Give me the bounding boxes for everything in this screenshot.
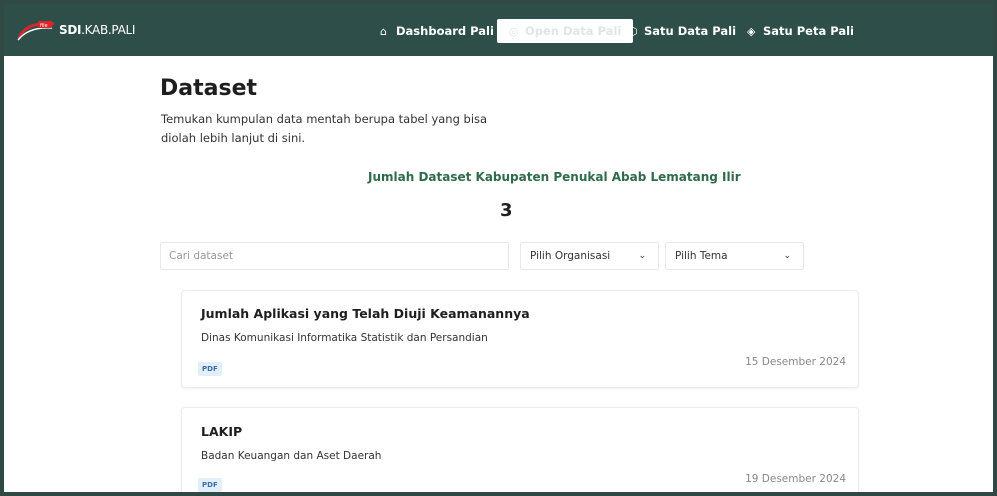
logo-text: SDI.KAB.PALI [59, 23, 136, 37]
logo-mark-icon: file [17, 21, 55, 41]
dataset-date: 19 Desember 2024 [745, 473, 846, 485]
dataset-title[interactable]: Jumlah Aplikasi yang Telah Diuji Keamana… [201, 306, 530, 321]
page-title: Dataset [160, 76, 258, 101]
format-badge: PDF [198, 478, 222, 492]
chevron-down-icon: ⌄ [638, 251, 646, 261]
dataset-count-value: 3 [500, 200, 513, 221]
search-dataset-input[interactable] [160, 242, 509, 270]
nav-dashboard-pali[interactable]: ⌂ Dashboard Pali [380, 20, 494, 42]
theme-select-label: Pilih Tema [675, 250, 728, 262]
dataset-date: 15 Desember 2024 [745, 356, 846, 368]
chevron-down-icon: ⌄ [783, 251, 791, 261]
database-icon: ◎ [509, 25, 519, 38]
top-navbar: file SDI.KAB.PALI ⌂ Dashboard Pali ◎ Open … [4, 4, 993, 56]
theme-select[interactable]: Pilih Tema ⌄ [665, 242, 804, 270]
map-pin-icon: ◈ [747, 25, 756, 38]
dataset-card[interactable]: Jumlah Aplikasi yang Telah Diuji Keamana… [181, 290, 859, 388]
cube-icon: ⬡ [628, 25, 638, 38]
dataset-count-label: Jumlah Dataset Kabupaten Penukal Abab Le… [368, 170, 741, 184]
svg-text:file: file [40, 23, 48, 29]
page-description: Temukan kumpulan data mentah berupa tabe… [161, 112, 488, 145]
dataset-card[interactable]: LAKIP Badan Keuangan dan Aset Daerah PDF… [181, 407, 859, 492]
nav-open-data-pali[interactable]: ◎ Open Data Pali [497, 19, 634, 43]
format-badge: PDF [198, 362, 222, 376]
browser-viewport: file SDI.KAB.PALI ⌂ Dashboard Pali ◎ Open … [4, 4, 993, 492]
nav-satu-data-pali[interactable]: ⬡ Satu Data Pali [628, 20, 736, 42]
nav-satu-peta-pali[interactable]: ◈ Satu Peta Pali [747, 20, 854, 42]
organization-select-label: Pilih Organisasi [530, 250, 611, 262]
site-logo[interactable]: file SDI.KAB.PALI [16, 18, 156, 42]
organization-select[interactable]: Pilih Organisasi ⌄ [520, 242, 659, 270]
home-icon: ⌂ [380, 25, 387, 38]
dataset-title[interactable]: LAKIP [201, 424, 242, 439]
dataset-organization: Dinas Komunikasi Informatika Statistik d… [201, 332, 488, 344]
dataset-organization: Badan Keuangan dan Aset Daerah [201, 450, 382, 462]
